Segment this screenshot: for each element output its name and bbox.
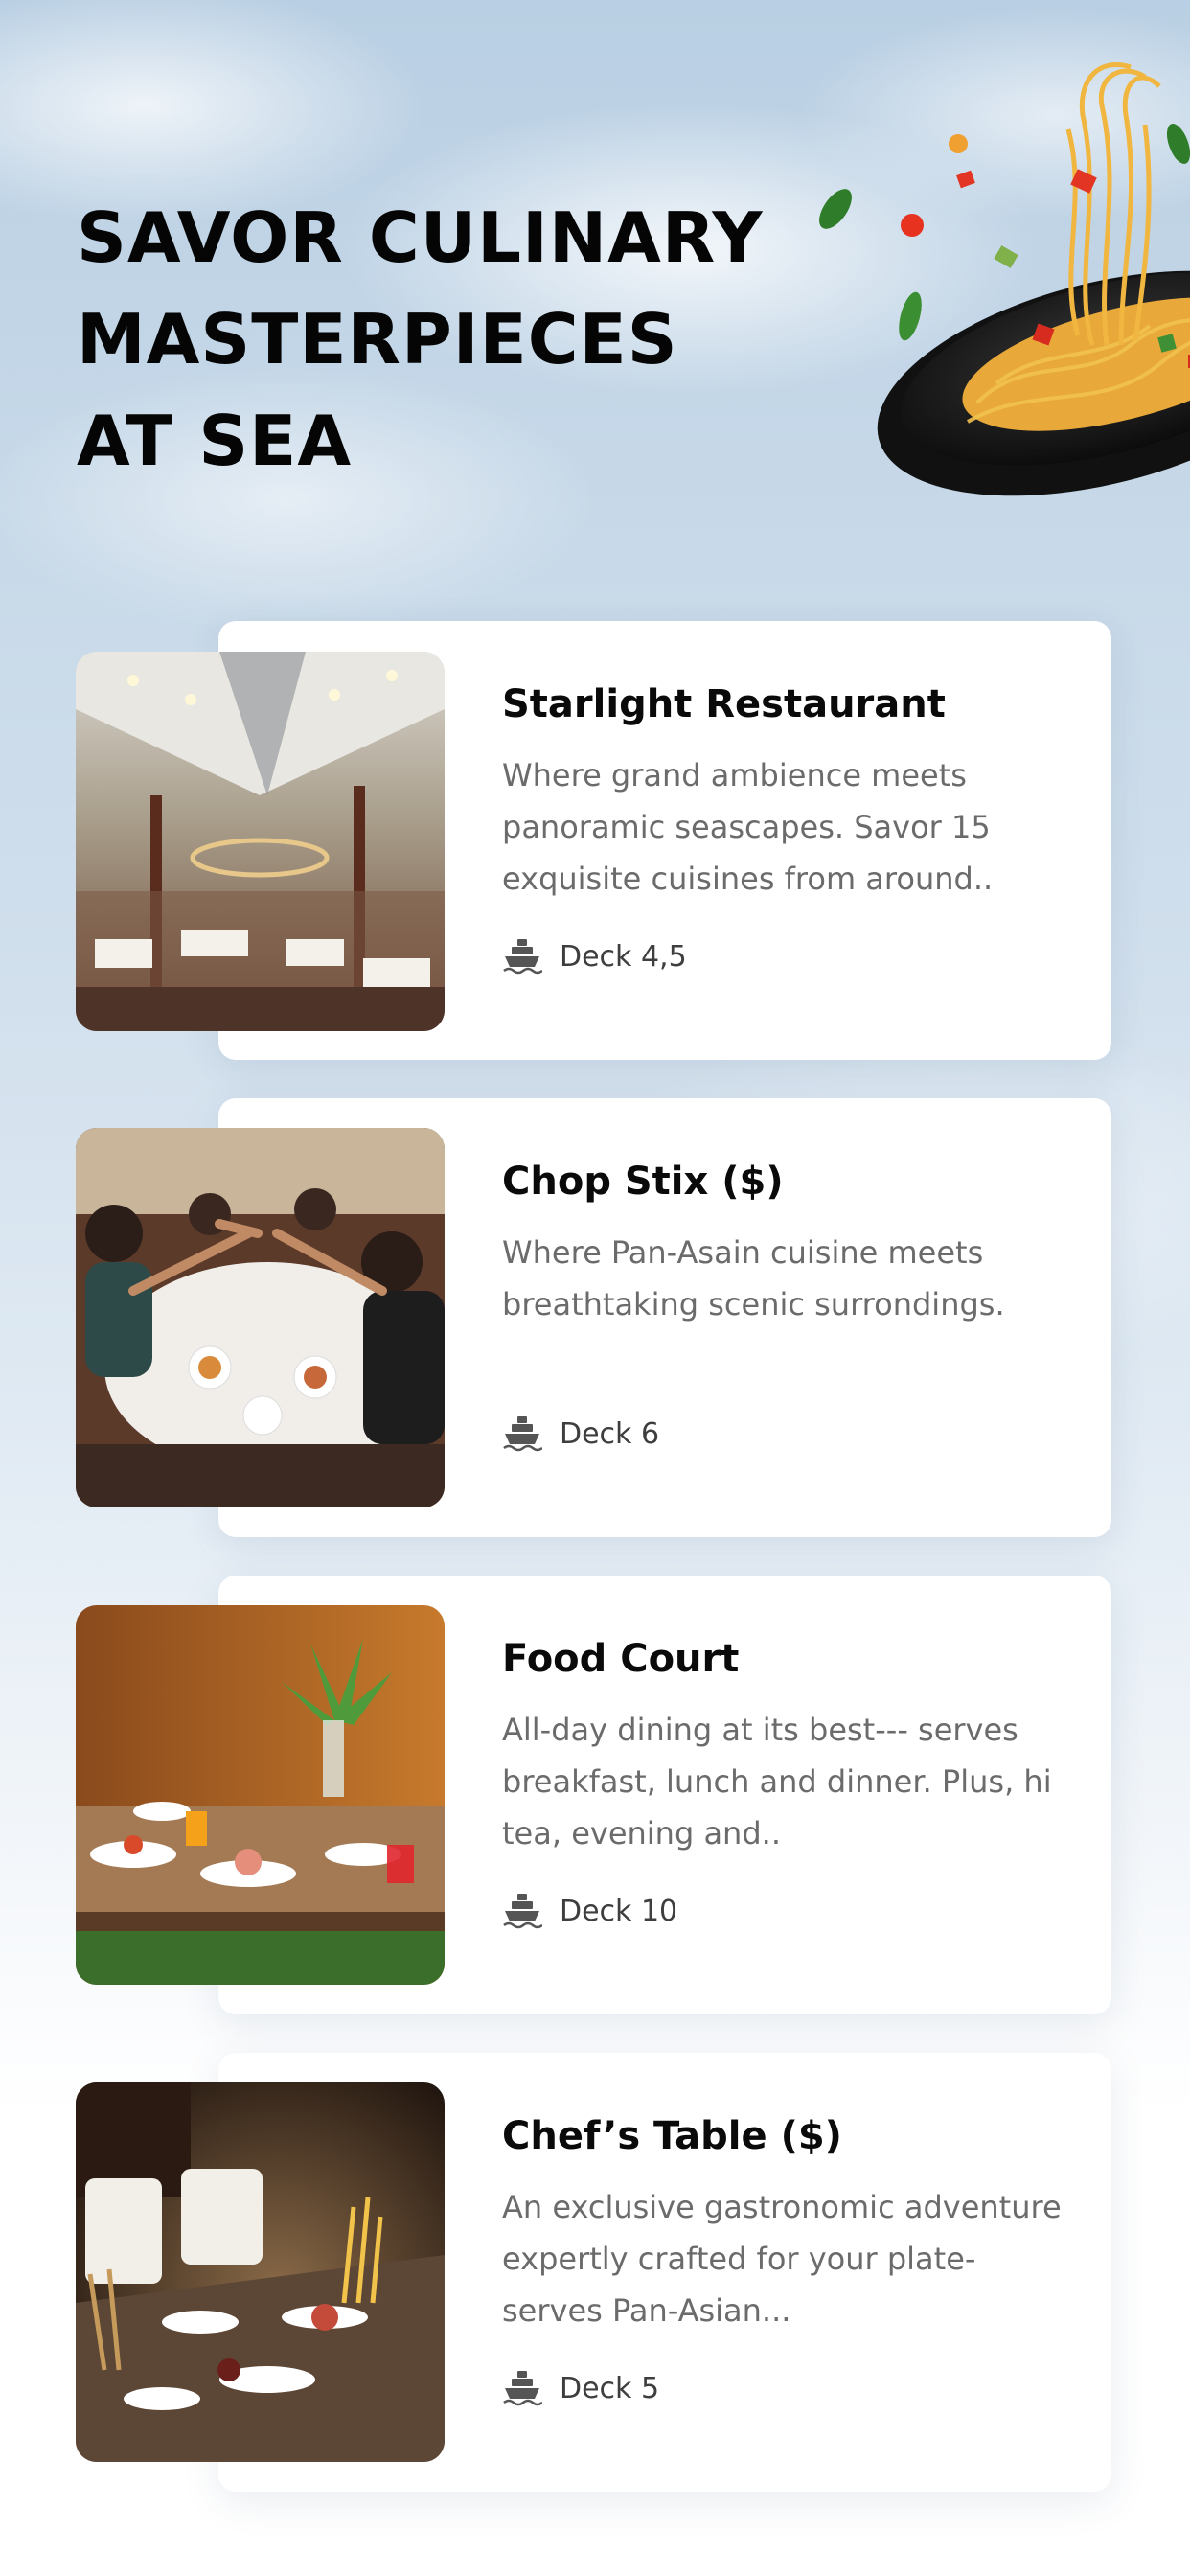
deck-info: Deck 4,5 bbox=[502, 937, 687, 976]
restaurant-description: An exclusive gastronomic adventure exper… bbox=[502, 2189, 1062, 2329]
ship-icon bbox=[503, 1416, 542, 1452]
ship-icon bbox=[503, 2371, 542, 2406]
deck-label: Deck 4,5 bbox=[560, 939, 687, 974]
ship-icon bbox=[503, 1894, 542, 1929]
restaurant-photo bbox=[76, 652, 445, 1031]
deck-info: Deck 6 bbox=[502, 1414, 659, 1453]
deck-info: Deck 5 bbox=[502, 2369, 659, 2407]
restaurant-photo bbox=[76, 2082, 445, 2462]
restaurant-name: Chef’s Table ($) bbox=[502, 2114, 842, 2158]
deck-label: Deck 10 bbox=[560, 1894, 678, 1928]
restaurant-photo bbox=[76, 1605, 445, 1985]
title-line-3: AT SEA bbox=[77, 401, 353, 481]
restaurant-name: Chop Stix ($) bbox=[502, 1160, 784, 1204]
page-title: SAVOR CULINARY MASTERPIECES AT SEA bbox=[77, 187, 763, 492]
deck-label: Deck 6 bbox=[560, 1416, 660, 1451]
restaurant-description: Where grand ambience meets panoramic sea… bbox=[502, 757, 994, 897]
restaurant-photo bbox=[76, 1128, 445, 1507]
restaurant-description: All-day dining at its best--- serves bre… bbox=[502, 1712, 1052, 1852]
deck-info: Deck 10 bbox=[502, 1892, 677, 1930]
ship-icon bbox=[503, 939, 542, 975]
deck-label: Deck 5 bbox=[560, 2371, 660, 2405]
title-line-2: MASTERPIECES bbox=[77, 299, 678, 380]
pasta-pan-illustration bbox=[819, 61, 1190, 496]
restaurant-description: Where Pan-Asain cuisine meets breathtaki… bbox=[502, 1234, 1005, 1322]
restaurant-name: Starlight Restaurant bbox=[502, 682, 946, 726]
restaurant-name: Food Court bbox=[502, 1637, 740, 1681]
title-line-1: SAVOR CULINARY bbox=[77, 197, 764, 278]
